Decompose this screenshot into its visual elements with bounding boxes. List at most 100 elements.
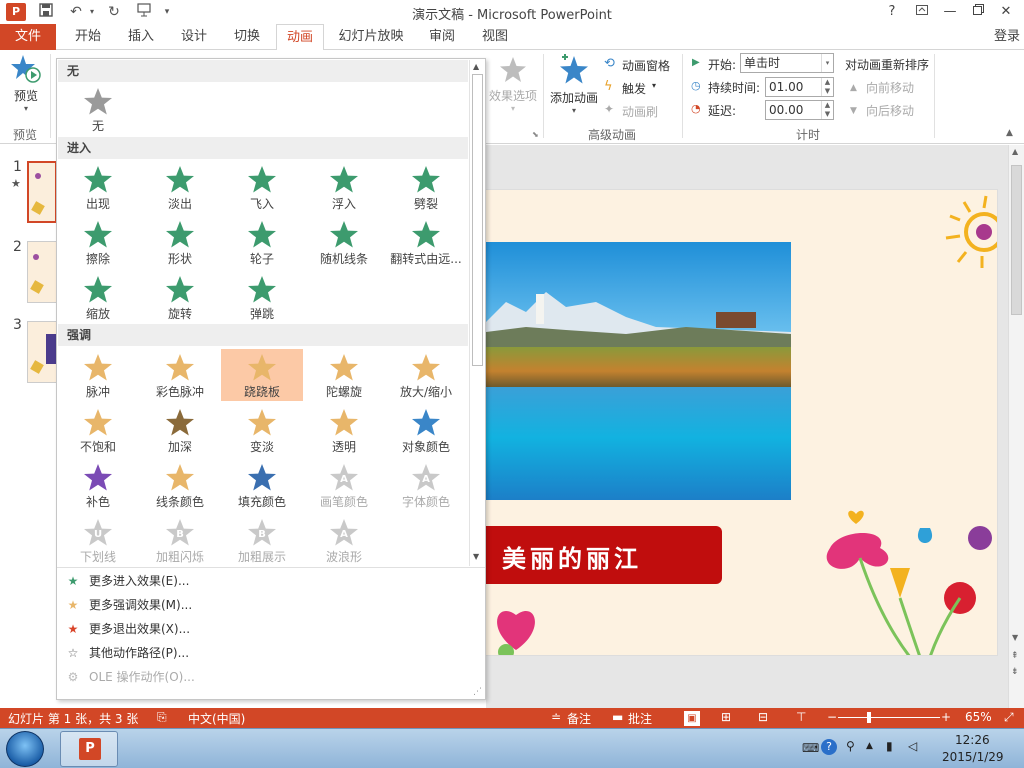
preview-button[interactable]: 预览 ▾ (6, 54, 46, 116)
tab-home[interactable]: 开始 (64, 24, 112, 50)
slide-thumbnail-1[interactable] (27, 161, 57, 223)
move-later-button[interactable]: ▼ 向后移动 (850, 102, 930, 120)
collapse-ribbon-icon[interactable]: ▲ (1006, 128, 1013, 138)
start-dropdown[interactable]: 单击时 ▾ (740, 53, 834, 73)
ime-icon[interactable]: ⚲ (846, 739, 855, 753)
duration-spin-arrows-icon[interactable]: ▲ ▼ (821, 78, 833, 96)
effect-emphasis[interactable]: A 画笔颜色 (303, 459, 385, 511)
gallery-scrollbar[interactable]: ▲ ▼ (469, 60, 485, 566)
reading-view-icon[interactable]: ⊟ (758, 710, 768, 724)
duration-spinner[interactable]: 01.00 ▲ ▼ (765, 77, 834, 97)
effect-emphasis[interactable]: B 加粗闪烁 (139, 514, 221, 566)
scroll-up-icon[interactable]: ▲ (1012, 147, 1018, 156)
effect-entrance[interactable]: 出现 (57, 161, 139, 213)
zoom-in-button[interactable]: + (941, 710, 951, 724)
resize-grip-icon[interactable]: ⋰ (473, 687, 482, 697)
other-motion-paths-item[interactable]: ☆ 其他动作路径(P)... (65, 642, 189, 664)
effect-emphasis[interactable]: A 波浪形 (303, 514, 385, 566)
zoom-out-button[interactable]: − (827, 710, 837, 724)
gallery-scroll-up-icon[interactable]: ▲ (473, 62, 479, 71)
scroll-down-icon[interactable]: ▼ (1012, 633, 1018, 642)
add-animation-button[interactable]: 添加动画 ▾ (548, 54, 600, 118)
effect-emphasis[interactable]: 彩色脉冲 (139, 349, 221, 401)
effect-entrance[interactable]: 形状 (139, 216, 221, 268)
zoom-level[interactable]: 65% (965, 710, 992, 724)
next-slide-icon[interactable]: ⇟ (1011, 667, 1019, 677)
effect-entrance[interactable]: 随机线条 (303, 216, 385, 268)
effect-emphasis[interactable]: 加深 (139, 404, 221, 456)
effect-none[interactable]: 无 (57, 83, 139, 135)
gallery-scroll-thumb[interactable] (472, 74, 483, 366)
zoom-slider-track[interactable] (838, 717, 940, 718)
effect-emphasis[interactable]: 填充颜色 (221, 459, 303, 511)
start-dropdown-arrow-icon[interactable]: ▾ (821, 54, 833, 72)
comments-icon[interactable]: ▬ (612, 710, 623, 724)
animation-dialog-launcher-icon[interactable]: ⬊ (532, 130, 539, 139)
tab-insert[interactable]: 插入 (117, 24, 165, 50)
effect-entrance[interactable]: 擦除 (57, 216, 139, 268)
effect-emphasis[interactable]: 陀螺旋 (303, 349, 385, 401)
slide-thumbnail-3[interactable] (27, 321, 57, 383)
ribbon-display-options-icon[interactable] (908, 2, 936, 22)
trigger-button[interactable]: ϟ 触发 ▾ (604, 79, 670, 97)
tab-design[interactable]: 设计 (170, 24, 218, 50)
effect-entrance[interactable]: 旋转 (139, 271, 221, 323)
notes-button[interactable]: 备注 (567, 710, 591, 727)
effect-emphasis[interactable]: 放大/缩小 (385, 349, 467, 401)
title-banner[interactable]: 美丽的丽江 (486, 526, 722, 584)
more-exit-effects-item[interactable]: ★ 更多退出效果(X)... (65, 618, 190, 640)
slide-thumbnail-2[interactable] (27, 241, 57, 303)
taskbar-powerpoint-button[interactable]: P (60, 731, 118, 767)
tab-animations[interactable]: 动画 (276, 24, 324, 51)
network-icon[interactable]: ▮ (886, 739, 893, 753)
effect-options-button[interactable]: 效果选项 ▾ (488, 56, 538, 120)
show-hidden-icons[interactable]: ▲ (866, 741, 873, 751)
effect-emphasis[interactable]: 跷跷板 (221, 349, 303, 401)
tab-view[interactable]: 视图 (471, 24, 519, 50)
tab-transitions[interactable]: 切换 (223, 24, 271, 50)
close-icon[interactable]: ✕ (992, 2, 1020, 22)
effect-entrance[interactable]: 浮入 (303, 161, 385, 213)
tab-file[interactable]: 文件 (0, 24, 56, 50)
effect-emphasis[interactable]: 补色 (57, 459, 139, 511)
scroll-thumb[interactable] (1011, 165, 1022, 315)
gallery-scroll-down-icon[interactable]: ▼ (473, 552, 479, 561)
effect-emphasis[interactable]: 对象颜色 (385, 404, 467, 456)
more-entrance-effects-item[interactable]: ★ 更多进入效果(E)... (65, 570, 190, 592)
sign-in-link[interactable]: 登录 (994, 24, 1020, 50)
effect-emphasis[interactable]: 变淡 (221, 404, 303, 456)
minimize-icon[interactable]: — (936, 2, 964, 22)
notes-icon[interactable]: ≐ (551, 710, 561, 724)
fit-to-window-icon[interactable]: ⤢ (1004, 710, 1014, 725)
help-tray-icon[interactable]: ? (821, 739, 837, 755)
start-button-icon[interactable] (6, 731, 44, 767)
comments-button[interactable]: 批注 (628, 710, 652, 727)
ole-action-item[interactable]: ⚙ OLE 操作动作(O)... (65, 666, 195, 688)
slide-sorter-icon[interactable]: ⊞ (721, 710, 731, 724)
clock-time[interactable]: 12:26 (955, 733, 990, 747)
delay-spin-arrows-icon[interactable]: ▲ ▼ (821, 101, 833, 119)
effect-entrance[interactable]: 劈裂 (385, 161, 467, 213)
lijiang-landscape-photo[interactable] (486, 242, 791, 500)
language-status[interactable]: 中文(中国) (188, 710, 245, 727)
help-button[interactable]: ? (878, 2, 906, 22)
delay-spinner[interactable]: 00.00 ▲ ▼ (765, 100, 834, 120)
volume-icon[interactable]: ◁ (908, 739, 917, 753)
tab-slideshow[interactable]: 幻灯片放映 (333, 24, 409, 50)
restore-icon[interactable] (964, 2, 992, 22)
more-emphasis-effects-item[interactable]: ★ 更多强调效果(M)... (65, 594, 193, 616)
effect-entrance[interactable]: 飞入 (221, 161, 303, 213)
effect-entrance[interactable]: 翻转式由远... (385, 216, 467, 268)
effect-entrance[interactable]: 淡出 (139, 161, 221, 213)
effect-emphasis[interactable]: 线条颜色 (139, 459, 221, 511)
spellcheck-icon[interactable]: ⎘ (157, 710, 167, 725)
clock-date[interactable]: 2015/1/29 (942, 750, 1004, 764)
move-earlier-button[interactable]: ▲ 向前移动 (850, 79, 930, 97)
slideshow-view-icon[interactable]: ⊤ (796, 710, 806, 724)
effect-entrance[interactable]: 弹跳 (221, 271, 303, 323)
normal-view-icon[interactable]: ▣ (684, 711, 700, 726)
animation-painter-button[interactable]: ✦ 动画刷 (604, 102, 670, 120)
effect-emphasis[interactable]: 不饱和 (57, 404, 139, 456)
effect-emphasis[interactable]: B 加粗展示 (221, 514, 303, 566)
effect-entrance[interactable]: 缩放 (57, 271, 139, 323)
